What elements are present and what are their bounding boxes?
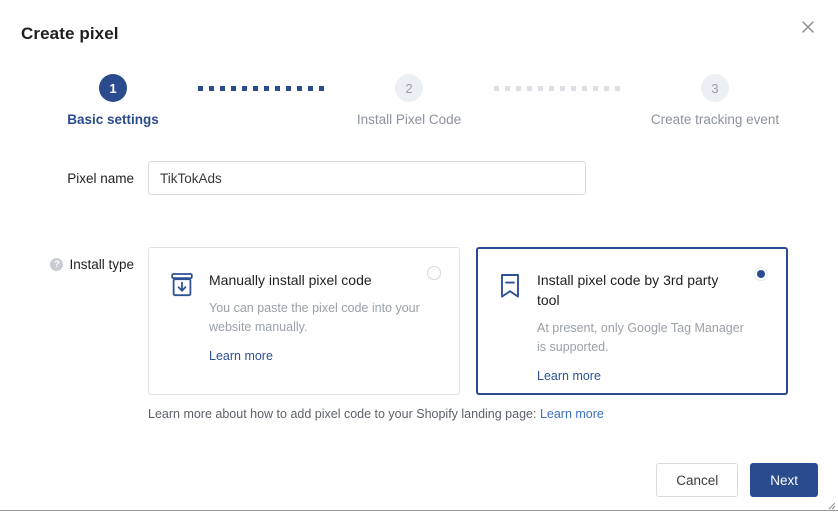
page-title: Create pixel	[21, 24, 119, 44]
stepper: 1 Basic settings 2 Install Pixel Code	[0, 74, 838, 127]
dialog-footer: Cancel Next	[656, 463, 818, 497]
connector-dot	[593, 86, 598, 91]
connector-dot	[604, 86, 609, 91]
connector-dot	[560, 86, 565, 91]
stepper-step-3-label: Create tracking event	[651, 112, 779, 127]
question-mark-icon[interactable]: ?	[50, 258, 63, 271]
install-type-options: Manually install pixel code You can past…	[148, 247, 788, 395]
install-option-3rd-party-learn-more-link[interactable]: Learn more	[537, 369, 601, 383]
install-option-3rd-party[interactable]: Install pixel code by 3rd party tool At …	[476, 247, 788, 395]
connector-dot	[209, 86, 214, 91]
install-type-label: Install type	[69, 257, 134, 272]
stepper-step-2[interactable]: 2 Install Pixel Code	[334, 74, 484, 127]
close-icon[interactable]	[799, 18, 817, 36]
pixel-name-input[interactable]	[148, 161, 586, 195]
stepper-step-3-number: 3	[701, 74, 729, 102]
connector-dot	[242, 86, 247, 91]
dialog-header: Create pixel	[0, 0, 838, 62]
next-button[interactable]: Next	[750, 463, 818, 497]
stepper-step-3[interactable]: 3 Create tracking event	[630, 74, 800, 127]
install-option-3rd-party-radio[interactable]	[754, 267, 768, 281]
shopify-hint: Learn more about how to add pixel code t…	[148, 407, 788, 421]
install-type-label-group: ? Install type	[0, 247, 148, 281]
connector-dot	[297, 86, 302, 91]
stepper-step-1[interactable]: 1 Basic settings	[38, 74, 188, 127]
create-pixel-dialog: Create pixel 1 Basic settings	[0, 0, 838, 518]
stepper-connector-2	[494, 74, 620, 102]
install-option-3rd-party-title: Install pixel code by 3rd party tool	[537, 270, 767, 310]
window-resize-grip[interactable]	[828, 502, 836, 510]
connector-dot	[571, 86, 576, 91]
stepper-step-2-number: 2	[395, 74, 423, 102]
cancel-button[interactable]: Cancel	[656, 463, 738, 497]
stepper-connector-1	[198, 74, 324, 102]
connector-dot	[253, 86, 258, 91]
connector-dot	[582, 86, 587, 91]
shopify-hint-learn-more-link[interactable]: Learn more	[540, 407, 604, 421]
stepper-step-2-label: Install Pixel Code	[357, 112, 461, 127]
install-option-manual-radio[interactable]	[427, 266, 441, 280]
connector-dot	[615, 86, 620, 91]
connector-dot	[538, 86, 543, 91]
window-bottom-divider	[0, 510, 838, 511]
connector-dot	[275, 86, 280, 91]
connector-dot	[220, 86, 225, 91]
connector-dot	[505, 86, 510, 91]
connector-dot	[319, 86, 324, 91]
stepper-step-1-number: 1	[99, 74, 127, 102]
install-option-manual-description: You can paste the pixel code into your w…	[209, 299, 421, 337]
connector-dot	[494, 86, 499, 91]
pixel-name-row: Pixel name	[0, 161, 838, 195]
connector-dot	[549, 86, 554, 91]
shopify-hint-text: Learn more about how to add pixel code t…	[148, 407, 536, 421]
install-option-manual[interactable]: Manually install pixel code You can past…	[148, 247, 460, 395]
bookmark-tag-icon	[497, 272, 523, 300]
connector-dot	[231, 86, 236, 91]
connector-dot	[286, 86, 291, 91]
connector-dot	[198, 86, 203, 91]
stepper-step-1-label: Basic settings	[67, 112, 159, 127]
connector-dot	[527, 86, 532, 91]
connector-dot	[308, 86, 313, 91]
install-option-manual-learn-more-link[interactable]: Learn more	[209, 349, 273, 363]
connector-dot	[264, 86, 269, 91]
install-type-row: ? Install type	[0, 247, 838, 421]
pixel-name-label: Pixel name	[0, 161, 148, 195]
install-option-3rd-party-description: At present, only Google Tag Manager is s…	[537, 319, 749, 357]
install-box-down-arrow-icon	[169, 272, 195, 300]
connector-dot	[516, 86, 521, 91]
install-option-manual-title: Manually install pixel code	[209, 270, 439, 290]
